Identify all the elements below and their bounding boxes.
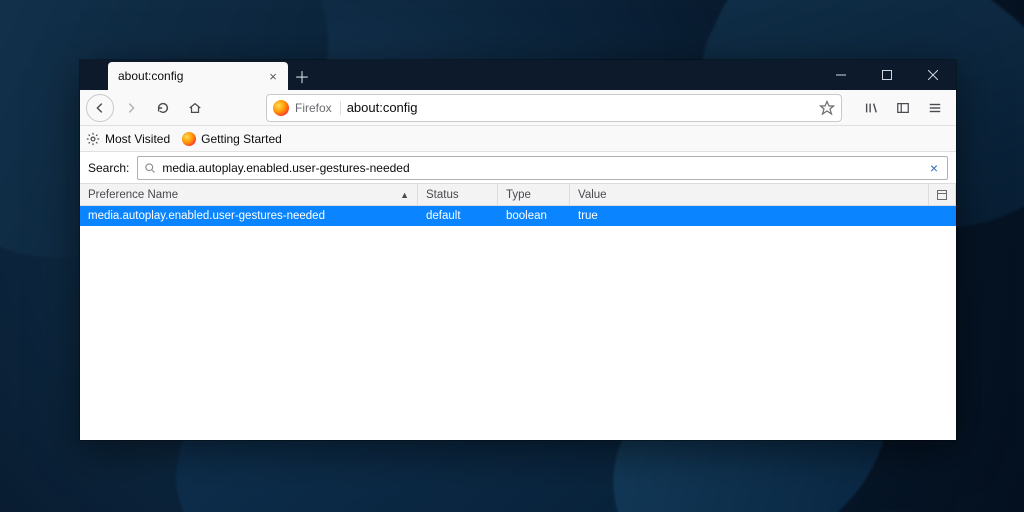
bookmark-star-icon[interactable] (819, 100, 835, 116)
firefox-icon (182, 132, 196, 146)
identity-label: Firefox (295, 101, 341, 115)
sidebar-button[interactable] (888, 93, 918, 123)
browser-window: about:config × ＋ (80, 60, 956, 440)
search-input[interactable] (162, 161, 927, 175)
gear-icon (86, 132, 100, 146)
search-label: Search: (88, 161, 129, 175)
search-row: Search: × (80, 152, 956, 184)
url-text: about:config (347, 100, 819, 115)
column-picker-button[interactable] (928, 184, 956, 205)
titlebar: about:config × ＋ (80, 60, 956, 90)
table-body: media.autoplay.enabled.user-gestures-nee… (80, 206, 956, 440)
table-row[interactable]: media.autoplay.enabled.user-gestures-nee… (80, 206, 956, 226)
column-header-type[interactable]: Type (498, 184, 570, 205)
clear-search-icon[interactable]: × (927, 160, 941, 176)
home-button[interactable] (180, 93, 210, 123)
table-header: Preference Name ▲ Status Type Value (80, 184, 956, 206)
column-label: Value (578, 189, 607, 201)
cell-status: default (418, 210, 498, 222)
column-label: Type (506, 189, 531, 201)
cell-name: media.autoplay.enabled.user-gestures-nee… (80, 210, 418, 222)
close-window-button[interactable] (910, 60, 956, 90)
toolbar-right (856, 93, 950, 123)
url-bar[interactable]: Firefox about:config (266, 94, 842, 122)
column-label: Preference Name (88, 189, 178, 201)
firefox-icon (273, 100, 289, 116)
search-icon (144, 162, 156, 174)
column-label: Status (426, 189, 459, 201)
bookmarks-toolbar: Most Visited Getting Started (80, 126, 956, 152)
back-button[interactable] (86, 94, 114, 122)
column-header-status[interactable]: Status (418, 184, 498, 205)
forward-button[interactable] (116, 93, 146, 123)
bookmark-label: Most Visited (105, 132, 170, 146)
minimize-button[interactable] (818, 60, 864, 90)
window-controls (818, 60, 956, 90)
maximize-button[interactable] (864, 60, 910, 90)
bookmark-most-visited[interactable]: Most Visited (86, 132, 170, 146)
cell-type: boolean (498, 210, 570, 222)
reload-button[interactable] (148, 93, 178, 123)
tab-about-config[interactable]: about:config × (108, 62, 288, 90)
column-header-value[interactable]: Value (570, 184, 928, 205)
search-box[interactable]: × (137, 156, 948, 180)
tab-title: about:config (118, 69, 266, 83)
sort-ascending-icon: ▲ (400, 190, 409, 200)
bookmark-getting-started[interactable]: Getting Started (182, 132, 282, 146)
menu-button[interactable] (920, 93, 950, 123)
nav-toolbar: Firefox about:config (80, 90, 956, 126)
close-tab-icon[interactable]: × (266, 69, 280, 83)
cell-value: true (570, 210, 956, 222)
column-header-name[interactable]: Preference Name ▲ (80, 184, 418, 205)
new-tab-button[interactable]: ＋ (288, 62, 316, 90)
bookmark-label: Getting Started (201, 132, 282, 146)
library-button[interactable] (856, 93, 886, 123)
